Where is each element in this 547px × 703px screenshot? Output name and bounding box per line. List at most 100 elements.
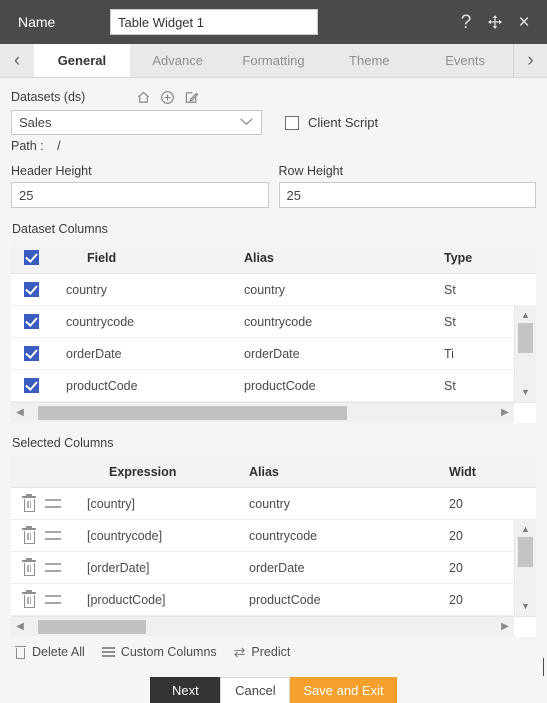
tab-theme[interactable]: Theme <box>321 44 418 77</box>
delete-all-label: Delete All <box>32 645 85 659</box>
row-checkbox-cell <box>11 346 49 361</box>
cell-expression: [country] <box>87 496 135 511</box>
dataset-columns-grid: Field Alias Type country country St coun… <box>11 242 536 423</box>
trash-icon[interactable] <box>22 525 36 544</box>
row-checkbox-cell <box>11 282 49 297</box>
selected-columns-body: [country] country 20 [countrycode] count… <box>11 488 536 616</box>
tab-scroll-left-icon[interactable]: ‹ <box>0 44 34 77</box>
selected-columns-grid: Expression Alias Widt [country] country … <box>11 456 536 637</box>
cell-type: St <box>444 314 456 329</box>
cancel-button[interactable]: Cancel <box>220 677 291 703</box>
path-row: Path : / <box>11 139 536 153</box>
cell-width: 20 <box>449 560 463 575</box>
row-checkbox[interactable] <box>24 346 39 361</box>
cell-alias: countrycode <box>244 314 313 329</box>
add-circle-icon[interactable] <box>160 90 175 105</box>
table-row[interactable]: orderDate orderDate Ti <box>11 338 536 370</box>
equals-icon <box>45 563 61 572</box>
cell-alias: productCode <box>249 592 321 607</box>
header-height-input[interactable] <box>11 182 269 208</box>
edit-icon[interactable] <box>184 90 199 105</box>
save-and-exit-button[interactable]: Save and Exit <box>290 677 397 703</box>
custom-columns-button[interactable]: Custom Columns <box>101 645 217 659</box>
header-height-group: Header Height <box>11 164 269 208</box>
row-checkbox-cell <box>11 314 49 329</box>
table-row[interactable]: [productCode] productCode 20 <box>11 584 536 616</box>
dataset-columns-horizontal-scrollbar[interactable]: ◀ ▶ <box>11 402 536 423</box>
selected-columns-vertical-scrollbar[interactable]: ▲ ▼ <box>514 520 536 616</box>
cell-alias: countrycode <box>249 528 318 543</box>
cell-expression: [orderDate] <box>87 560 150 575</box>
header-field: Field <box>87 250 117 265</box>
cell-field: orderDate <box>66 346 122 361</box>
help-icon[interactable]: ? <box>457 13 475 32</box>
close-icon[interactable]: × <box>515 13 533 32</box>
table-row[interactable]: countrycode countrycode St <box>11 306 536 338</box>
table-row[interactable]: country country St <box>11 274 536 306</box>
predict-label: Predict <box>251 645 291 659</box>
table-row[interactable]: [country] country 20 <box>11 488 536 520</box>
tab-events[interactable]: Events <box>417 44 513 77</box>
lines-icon <box>101 647 115 657</box>
dataset-columns-header-row: Field Alias Type <box>11 242 536 274</box>
name-label: Name <box>18 14 56 30</box>
widget-name-input[interactable] <box>110 9 318 35</box>
row-checkbox[interactable] <box>24 314 39 329</box>
scroll-left-icon[interactable]: ◀ <box>11 407 29 418</box>
row-height-group: Row Height <box>278 164 536 208</box>
selected-columns-actions: Delete All Custom Columns ⇄ Predict <box>11 645 536 659</box>
header-alias: Alias <box>244 250 274 265</box>
header-width: Widt <box>449 464 476 479</box>
cell-alias: orderDate <box>244 346 300 361</box>
header-expression: Expression <box>109 464 177 479</box>
row-height-input[interactable] <box>278 182 536 208</box>
select-all-checkbox[interactable] <box>24 250 39 265</box>
next-button[interactable]: Next <box>150 677 221 703</box>
table-row[interactable]: [orderDate] orderDate 20 <box>11 552 536 584</box>
equals-cell <box>45 531 87 540</box>
horizontal-scroll-track[interactable] <box>29 617 496 637</box>
move-icon[interactable] <box>486 13 504 31</box>
selected-columns-title: Selected Columns <box>12 436 114 450</box>
trash-icon[interactable] <box>22 589 36 608</box>
dataset-columns-vertical-scrollbar[interactable]: ▲ ▼ <box>514 306 536 402</box>
cell-type: St <box>444 378 456 393</box>
equals-cell <box>45 595 87 604</box>
cell-alias: productCode <box>244 378 316 393</box>
trash-icon[interactable] <box>22 557 36 576</box>
horizontal-scroll-thumb[interactable] <box>38 405 347 420</box>
trash-icon[interactable] <box>22 493 36 512</box>
predict-button[interactable]: ⇄ Predict <box>234 645 291 659</box>
delete-all-button[interactable]: Delete All <box>15 645 85 659</box>
vertical-scroll-thumb[interactable] <box>518 323 533 353</box>
scroll-left-icon[interactable]: ◀ <box>11 621 29 632</box>
row-checkbox[interactable] <box>24 282 39 297</box>
tab-general[interactable]: General <box>34 44 130 77</box>
row-checkbox[interactable] <box>24 378 39 393</box>
client-script-checkbox[interactable]: Client Script <box>285 115 378 130</box>
delete-row-cell <box>11 493 45 512</box>
tab-advance[interactable]: Advance <box>129 44 226 77</box>
row-height-label: Row Height <box>278 164 344 178</box>
vertical-scroll-thumb[interactable] <box>518 537 533 567</box>
selected-columns-horizontal-scrollbar[interactable]: ◀ ▶ <box>11 616 536 637</box>
scroll-right-icon[interactable]: ▶ <box>496 621 514 632</box>
scroll-down-icon[interactable]: ▼ <box>521 385 530 399</box>
header-alias2: Alias <box>249 464 279 479</box>
horizontal-scroll-thumb[interactable] <box>38 619 146 634</box>
horizontal-scroll-track[interactable] <box>29 403 496 423</box>
scroll-up-icon[interactable]: ▲ <box>521 522 530 536</box>
scroll-right-icon[interactable]: ▶ <box>496 407 514 418</box>
home-icon[interactable] <box>136 90 151 105</box>
dialog-footer: Next Cancel Save and Exit <box>11 677 536 703</box>
tab-scroll-right-icon[interactable]: › <box>513 44 547 77</box>
table-row[interactable]: [countrycode] countrycode 20 <box>11 520 536 552</box>
cell-alias: orderDate <box>249 560 305 575</box>
tab-list: General Advance Formatting Theme Events <box>34 44 513 77</box>
scroll-down-icon[interactable]: ▼ <box>521 599 530 613</box>
tab-formatting[interactable]: Formatting <box>225 44 322 77</box>
dataset-select[interactable]: Sales <box>11 110 262 135</box>
client-script-box-icon <box>285 115 299 130</box>
table-row[interactable]: productCode productCode St <box>11 370 536 402</box>
scroll-up-icon[interactable]: ▲ <box>521 308 530 322</box>
